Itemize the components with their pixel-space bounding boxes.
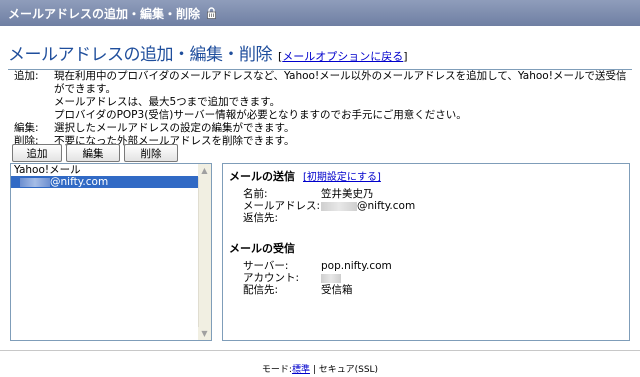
send-address-row: メールアドレス: @nifty.com	[229, 200, 623, 212]
footer-divider	[0, 350, 640, 351]
description-edit: 編集: 選択したメールアドレスの設定の編集ができます。	[14, 122, 634, 135]
description-line: メールアドレスは、最大5つまで追加できます。	[54, 96, 281, 108]
reset-defaults-link[interactable]: [初期設定にする]	[303, 168, 381, 183]
receive-account-row: アカウント:	[229, 272, 623, 284]
send-section-title: メールの送信 [初期設定にする]	[229, 168, 623, 184]
info-label: 返信先:	[243, 212, 279, 224]
footer: モード:標準 | セキュア(SSL)	[0, 362, 640, 375]
description-block: 追加: 現在利用中のプロバイダのメールアドレスなど、Yahoo!メール以外のメー…	[14, 70, 634, 148]
receive-server-row: サーバー: pop.nifty.com	[229, 260, 623, 272]
info-label: 配信先:	[243, 284, 279, 296]
description-label: 編集:	[14, 122, 39, 134]
masked-username	[20, 177, 50, 187]
footer-separator: |	[312, 365, 316, 375]
account-value	[321, 272, 623, 284]
sender-address-value: @nifty.com	[357, 200, 416, 212]
back-link-wrapper: [メールオプションに戻る]	[278, 48, 408, 64]
masked-account	[321, 273, 341, 283]
masked-username	[321, 201, 357, 211]
mode-label: モード:	[261, 365, 292, 375]
delivery-folder-value: 受信箱	[321, 284, 353, 296]
info-label: 名前:	[243, 188, 268, 200]
standard-mode-link[interactable]: 標準	[292, 365, 310, 375]
account-detail-panel: メールの送信 [初期設定にする] 名前: 笠井美史乃 メールアドレス: @nif…	[222, 163, 630, 341]
sender-address: @nifty.com	[321, 200, 623, 212]
send-name-row: 名前: 笠井美史乃	[229, 188, 623, 200]
info-label: メールアドレス:	[243, 200, 321, 212]
reply-to-value	[321, 212, 623, 224]
list-item-label: @nifty.com	[50, 176, 109, 188]
list-item-label: Yahoo!メール	[14, 164, 81, 176]
scroll-up-arrow-icon[interactable]: ▲	[198, 164, 211, 177]
edit-button[interactable]: 編集	[66, 144, 120, 162]
send-title: メールの送信	[229, 170, 295, 183]
list-item[interactable]: @nifty.com	[11, 176, 211, 188]
lock-icon	[206, 7, 217, 19]
sender-name-value: 笠井美史乃	[321, 188, 374, 200]
description-label: 追加:	[14, 70, 39, 82]
info-label: サーバー:	[243, 260, 289, 272]
send-reply-row: 返信先:	[229, 212, 623, 224]
window-title: メールアドレスの追加・編集・削除	[8, 6, 201, 21]
secure-mode-label[interactable]: セキュア(SSL)	[319, 365, 378, 375]
page-heading: メールアドレスの追加・編集・削除 [メールオプションに戻る]	[8, 40, 632, 70]
window-titlebar: メールアドレスの追加・編集・削除	[0, 0, 640, 26]
scroll-down-arrow-icon[interactable]: ▼	[198, 327, 211, 340]
info-label: アカウント:	[243, 272, 300, 284]
delete-button[interactable]: 削除	[124, 144, 178, 162]
receive-folder-row: 配信先: 受信箱	[229, 284, 623, 296]
add-button[interactable]: 追加	[12, 144, 62, 162]
back-to-mail-options-link[interactable]: メールオプションに戻る	[282, 50, 403, 63]
description-line: 選択したメールアドレスの設定の編集ができます。	[54, 122, 295, 134]
description-add: 追加: 現在利用中のプロバイダのメールアドレスなど、Yahoo!メール以外のメー…	[14, 70, 634, 122]
back-bracket-close: ]	[403, 50, 408, 63]
page-title: メールアドレスの追加・編集・削除	[8, 45, 273, 65]
description-line: 現在利用中のプロバイダのメールアドレスなど、Yahoo!メール以外のメールアドレ…	[54, 70, 627, 95]
receive-title: メールの受信	[229, 242, 295, 255]
list-item[interactable]: Yahoo!メール	[11, 164, 211, 176]
account-listbox[interactable]: Yahoo!メール @nifty.com ▲ ▼	[10, 163, 212, 341]
receive-section-title: メールの受信	[229, 240, 623, 256]
listbox-scrollbar[interactable]: ▲ ▼	[198, 164, 211, 340]
account-toolbar: 追加 編集 削除	[12, 144, 178, 162]
description-line: プロバイダのPOP3(受信)サーバー情報が必要となりますのでお手元にご用意くださ…	[54, 109, 467, 121]
pop-server-value: pop.nifty.com	[321, 260, 392, 272]
